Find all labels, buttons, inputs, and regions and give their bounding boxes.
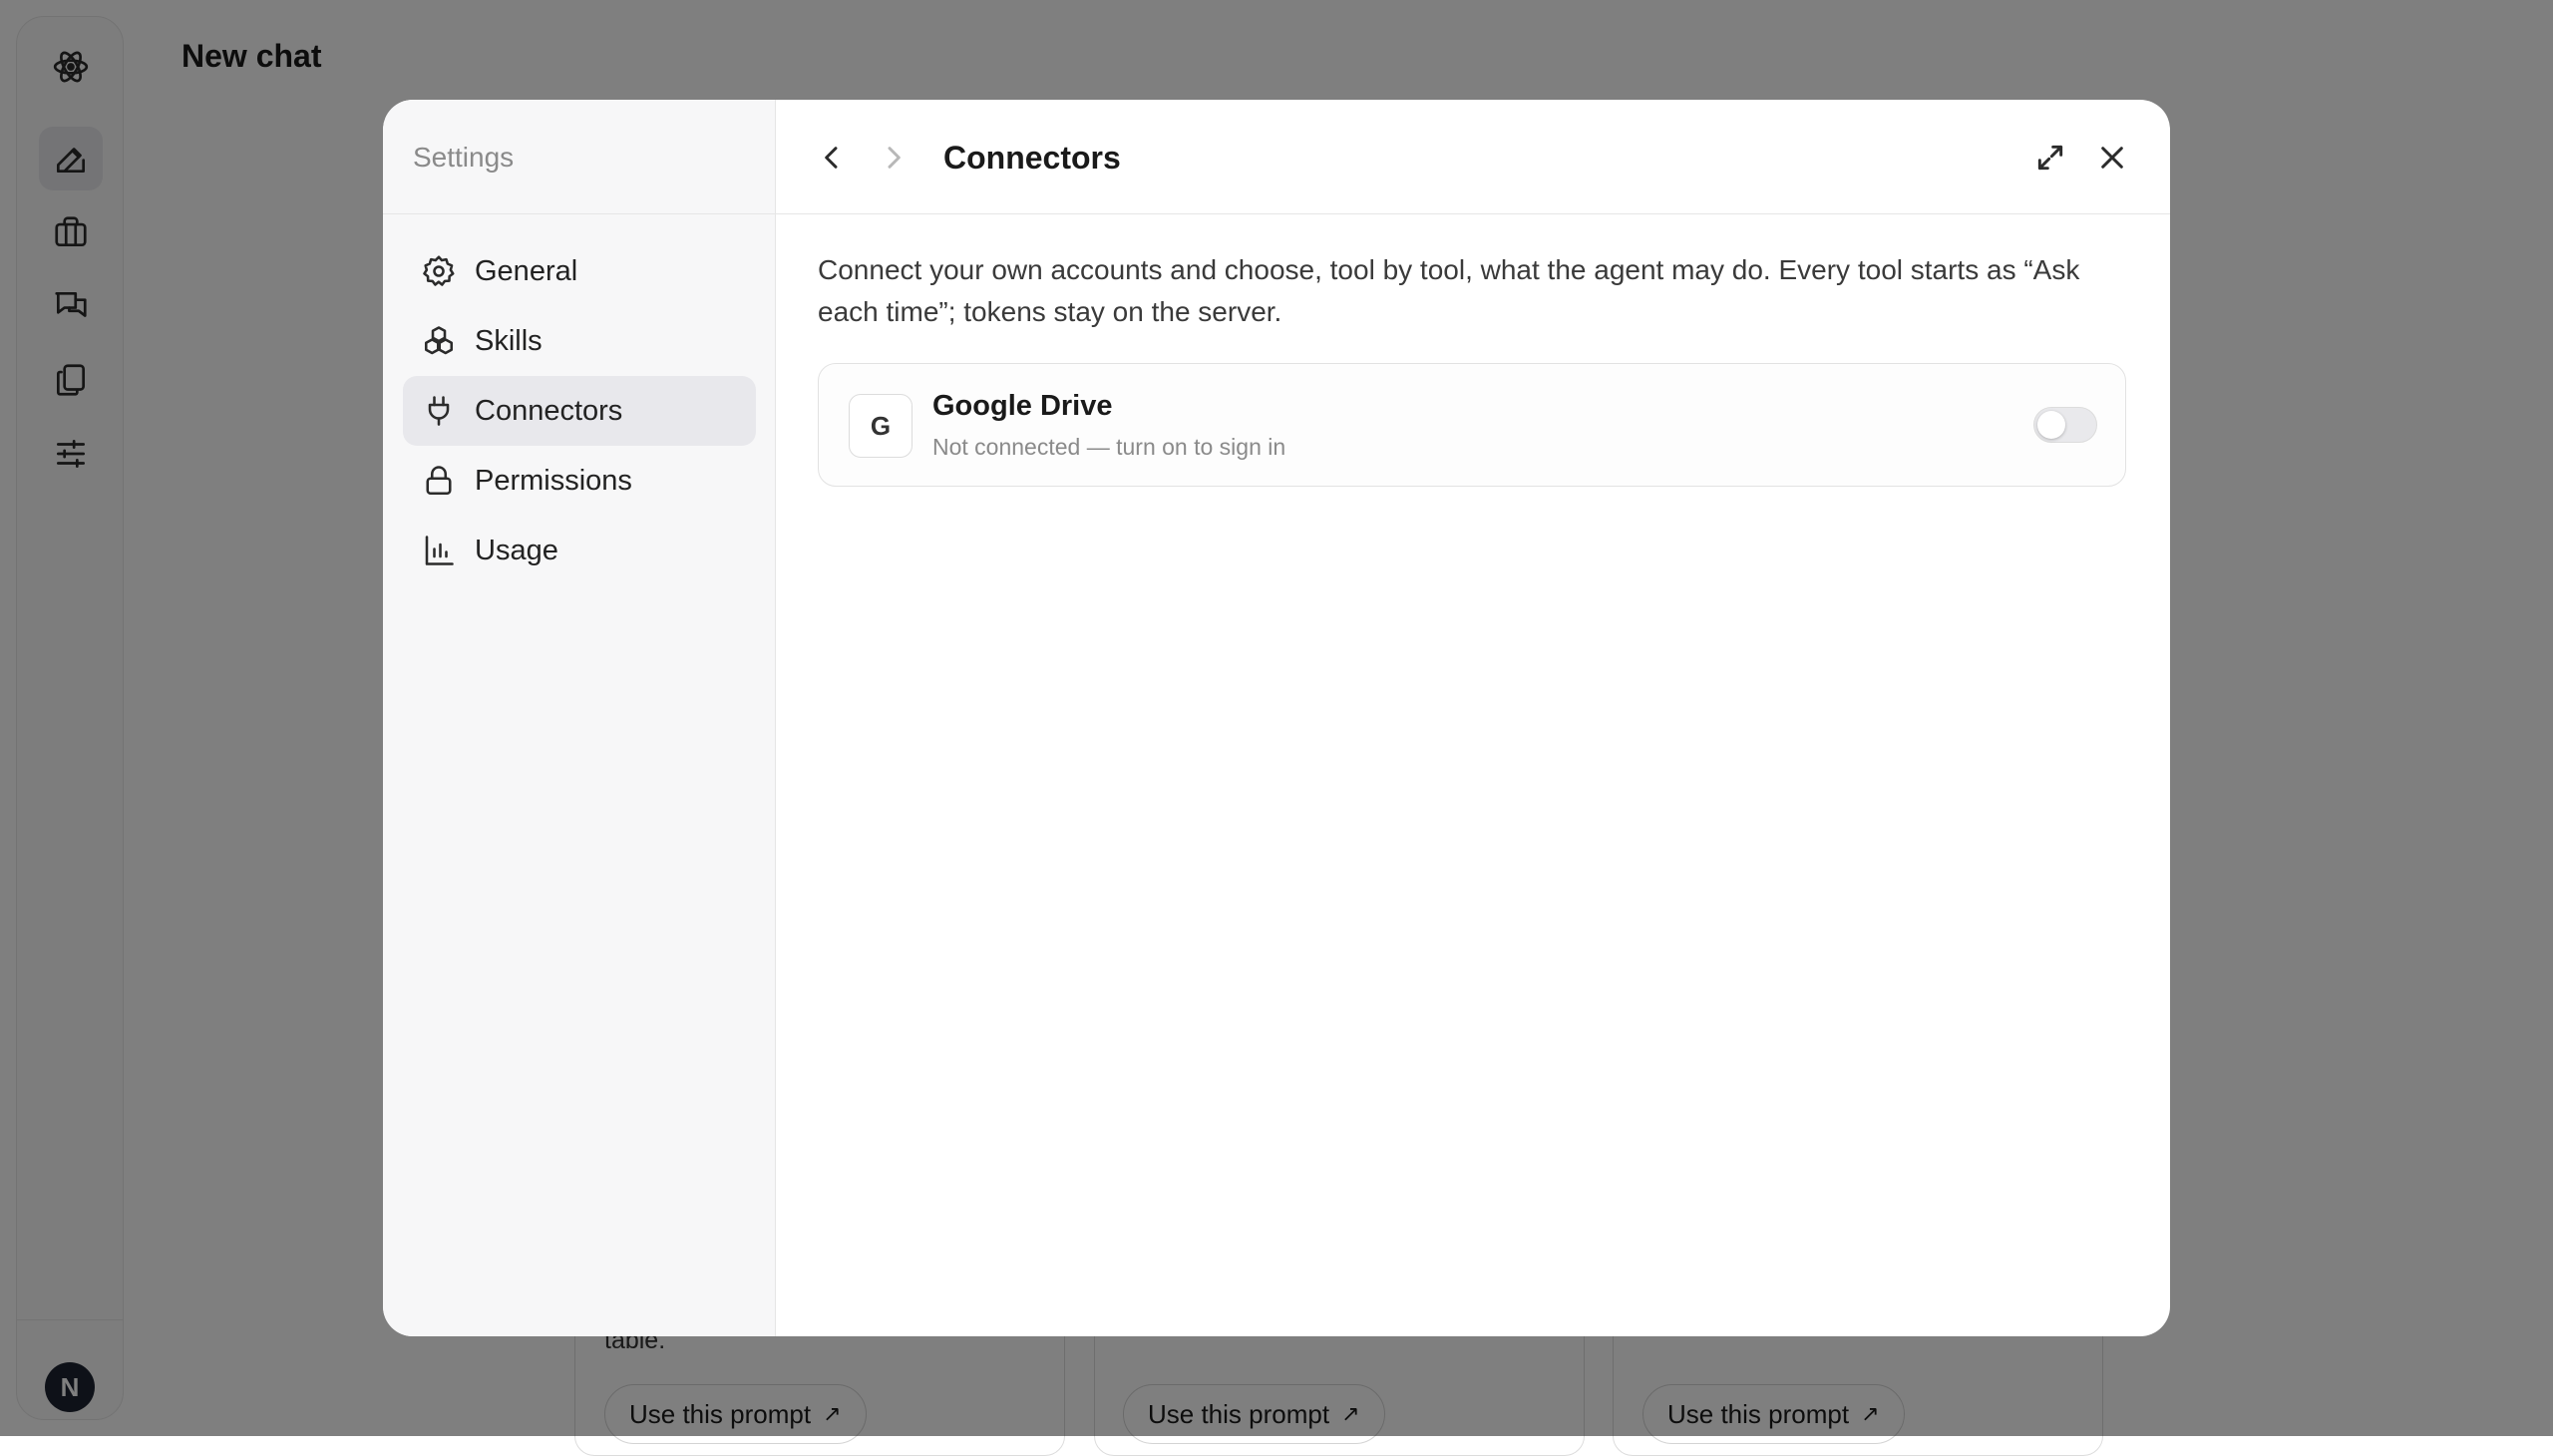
chevron-left-icon (816, 142, 848, 174)
sidebar-item-skills[interactable]: Skills (403, 306, 756, 376)
connector-toggle[interactable] (2033, 407, 2097, 443)
chart-icon (421, 533, 457, 568)
sidebar-item-label: Usage (475, 535, 558, 567)
sidebar-item-usage[interactable]: Usage (403, 516, 756, 585)
forward-button[interactable] (872, 136, 915, 180)
plug-icon (421, 393, 457, 429)
sidebar-item-label: Permissions (475, 465, 632, 498)
connector-name: Google Drive (932, 390, 1113, 423)
gear-icon (421, 253, 457, 289)
header-divider (776, 213, 2170, 214)
back-button[interactable] (810, 136, 854, 180)
close-button[interactable] (2090, 136, 2134, 180)
page-heading: Connectors (943, 140, 1121, 177)
lock-icon (421, 463, 457, 499)
chevron-right-icon (878, 142, 910, 174)
settings-modal: Settings General Skills Connectors Permi… (383, 100, 2170, 1336)
connector-status: Not connected — turn on to sign in (932, 434, 1285, 461)
expand-icon (2034, 142, 2066, 174)
sidebar-item-connectors[interactable]: Connectors (403, 376, 756, 446)
sidebar-item-general[interactable]: General (403, 236, 756, 306)
toggle-knob (2037, 411, 2065, 439)
close-icon (2096, 142, 2128, 174)
skills-icon (421, 323, 457, 359)
sidebar-item-label: Skills (475, 325, 543, 358)
sidebar-divider (383, 213, 775, 214)
settings-sidebar: Settings General Skills Connectors Permi… (383, 100, 776, 1336)
connector-google-drive: G Google Drive Not connected — turn on t… (818, 363, 2126, 487)
expand-button[interactable] (2028, 136, 2072, 180)
sidebar-item-label: Connectors (475, 395, 622, 428)
google-drive-logo: G (849, 394, 912, 458)
settings-title: Settings (413, 142, 514, 174)
sidebar-item-permissions[interactable]: Permissions (403, 446, 756, 516)
connectors-description: Connect your own accounts and choose, to… (818, 249, 2134, 333)
sidebar-item-label: General (475, 255, 577, 288)
